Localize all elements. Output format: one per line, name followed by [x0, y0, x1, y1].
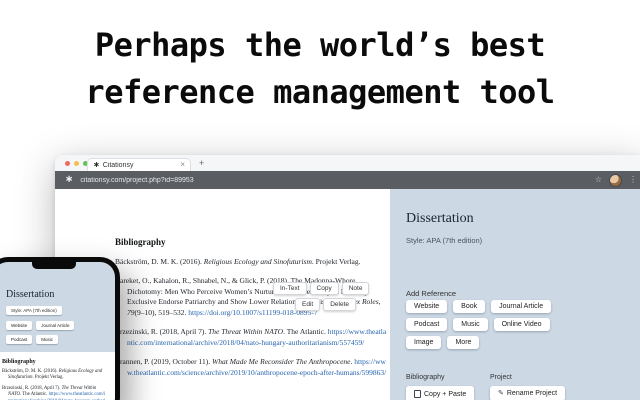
phone-add-website-button[interactable]: Website — [6, 321, 33, 330]
reference-entry[interactable]: Brannen, P. (2019, October 11). What Mad… — [115, 357, 387, 378]
phone-add-journal-article-button[interactable]: Journal Article — [36, 321, 75, 330]
clipboard-icon — [414, 390, 421, 398]
copy-paste-label: Copy + Paste — [424, 390, 467, 398]
close-window-button[interactable] — [65, 161, 70, 166]
rename-project-button[interactable]: ✎ Rename Project — [490, 386, 566, 400]
project-title: Dissertation — [406, 211, 474, 226]
reference-context-toolbar: In-Text Copy Note Edit Delete — [273, 282, 370, 311]
bibliography-heading: Bibliography — [115, 237, 166, 247]
browser-toolbar: ∗ citationsy.com/project.php?id=89953 ☆ … — [55, 171, 640, 189]
phone-bibliography-sheet: Bibliography Bäckström, D. M. K. (2016).… — [0, 352, 115, 400]
minimize-window-button[interactable] — [74, 161, 79, 166]
new-tab-button[interactable]: + — [199, 158, 204, 168]
profile-avatar[interactable] — [609, 173, 622, 187]
page-content: Bibliography Bäckström, D. M. K. (2016).… — [55, 189, 640, 400]
add-reference-label: Add Reference — [406, 289, 457, 298]
edit-button[interactable]: Edit — [295, 298, 321, 311]
reference-title: Religious Ecology and Sinofuturism — [203, 256, 312, 266]
phone-mockup: Dissertation Style: APA (7th edition) We… — [0, 257, 120, 400]
add-music-button[interactable]: Music — [453, 318, 488, 331]
citationsy-logo-icon: ∗ — [65, 174, 74, 185]
phone-citation-style-selector[interactable]: Style: APA (7th edition) — [6, 306, 62, 315]
reference-type-row-2: Podcast Music Online Video — [406, 318, 550, 331]
in-text-button[interactable]: In-Text — [273, 282, 307, 295]
browser-window: ∗ Citationsy × + ∗ citationsy.com/projec… — [55, 155, 640, 400]
reference-text: Bäckström, D. M. K. (2016). — [115, 256, 204, 266]
hero-line-2: reference management tool — [85, 73, 555, 111]
reference-text: (9–10), 519–532. — [134, 307, 189, 317]
reference-text: . The Atlantic. — [20, 392, 49, 398]
reference-text: Brzezinski, R. (2018, April 7). — [2, 385, 62, 391]
copy-button[interactable]: Copy — [309, 282, 339, 295]
browser-menu-icon[interactable]: ⋮ — [629, 176, 637, 184]
phone-project-title: Dissertation — [6, 289, 55, 300]
browser-tab-strip: ∗ Citationsy × + — [55, 155, 640, 172]
reference-type-row-3: Image More — [406, 336, 480, 349]
address-bar[interactable]: citationsy.com/project.php?id=89953 — [80, 177, 587, 184]
phone-bibliography-heading: Bibliography — [2, 359, 36, 365]
window-controls — [65, 161, 88, 166]
reference-text: . The Atlantic. — [283, 327, 328, 336]
browser-tab[interactable]: ∗ Citationsy × — [87, 158, 191, 171]
citation-style-selector[interactable]: Style: APA (7th edition) — [406, 236, 482, 245]
add-online-video-button[interactable]: Online Video — [493, 318, 550, 331]
rename-project-label: Rename Project — [506, 390, 558, 397]
copy-paste-button[interactable]: Copy + Paste — [406, 386, 475, 400]
reference-text: . Projekt Verlag. — [311, 256, 361, 266]
reference-text: Brannen, P. (2019, October 11). — [115, 357, 212, 366]
add-podcast-button[interactable]: Podcast — [406, 318, 448, 331]
phone-screen: Dissertation Style: APA (7th edition) We… — [0, 262, 115, 400]
citationsy-favicon-icon: ∗ — [93, 160, 100, 169]
reference-entry[interactable]: Brzezinski, R. (2018, April 7). The Thre… — [115, 327, 387, 348]
phone-reference-type-row-2: Podcast Music — [6, 335, 59, 344]
bibliography-list: Bibliography Bäckström, D. M. K. (2016).… — [115, 237, 387, 387]
phone-reference-type-row-1: Website Journal Article — [6, 321, 75, 330]
reference-title: What Made Me Reconsider The Anthropocene — [212, 357, 351, 366]
context-row-1: In-Text Copy Note — [273, 282, 370, 295]
reference-text: . Projekt Verlag. — [32, 375, 64, 381]
phone-reference-entry[interactable]: Brzezinski, R. (2018, April 7). The Thre… — [2, 386, 106, 400]
reference-text: Bäckström, D. M. K. (2016). — [2, 369, 59, 374]
reference-text: Brzezinski, R. (2018, April 7). — [115, 327, 209, 336]
add-journal-article-button[interactable]: Journal Article — [491, 300, 552, 313]
phone-add-podcast-button[interactable]: Podcast — [6, 335, 33, 344]
pencil-icon: ✎ — [498, 389, 504, 397]
phone-notch — [32, 262, 76, 269]
bookmark-star-icon[interactable]: ☆ — [595, 176, 602, 184]
project-section-label: Project — [490, 374, 512, 381]
note-button[interactable]: Note — [341, 282, 370, 295]
context-row-2: Edit Delete — [295, 298, 369, 311]
delete-button[interactable]: Delete — [323, 298, 356, 311]
hero-heading: Perhaps the world’s best reference manag… — [0, 22, 640, 116]
phone-add-music-button[interactable]: Music — [36, 335, 59, 344]
project-sidebar: Dissertation Style: APA (7th edition) Ad… — [390, 189, 640, 400]
add-book-button[interactable]: Book — [453, 300, 486, 313]
tab-close-icon[interactable]: × — [180, 161, 185, 169]
tab-title: Citationsy — [102, 161, 134, 169]
reference-type-row-1: Website Book Journal Article — [406, 300, 552, 313]
add-image-button[interactable]: Image — [406, 336, 442, 349]
bibliography-section-label: Bibliography — [406, 374, 445, 381]
add-website-button[interactable]: Website — [406, 300, 448, 313]
page: Perhaps the world’s best reference manag… — [0, 0, 640, 400]
add-more-button[interactable]: More — [447, 336, 480, 349]
reference-entry[interactable]: Bäckström, D. M. K. (2016). Religious Ec… — [115, 257, 387, 268]
phone-reference-entry[interactable]: Bäckström, D. M. K. (2016). Religious Ec… — [2, 369, 106, 382]
hero-line-1: Perhaps the world’s best — [94, 26, 546, 64]
reference-title: The Threat Within NATO — [208, 327, 284, 336]
